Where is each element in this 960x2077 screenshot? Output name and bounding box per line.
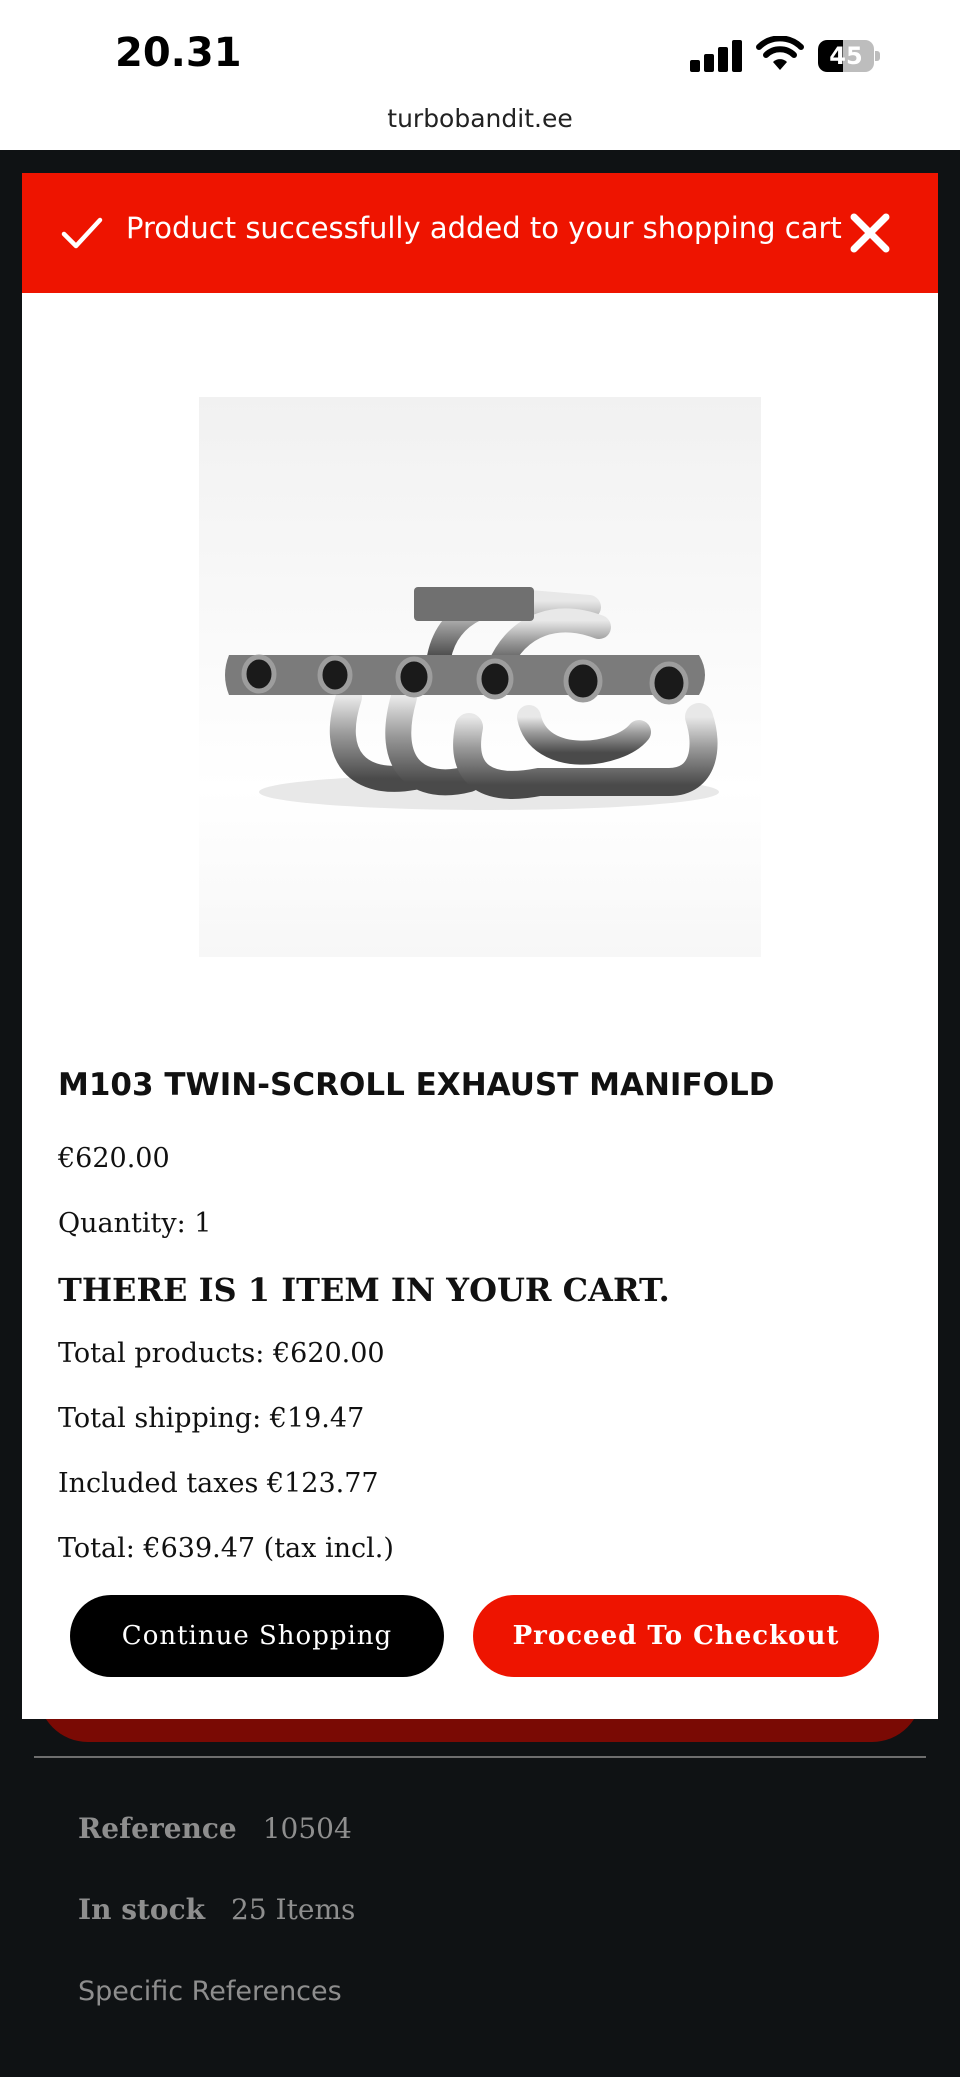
wifi-icon	[756, 36, 804, 70]
battery-icon: 45	[818, 40, 880, 72]
total-products: Total products: €620.00	[58, 1338, 385, 1369]
modal-title: Product successfully added to your shopp…	[126, 211, 842, 245]
battery-level: 45	[829, 42, 863, 70]
specific-references-tab[interactable]: Specific References	[78, 1976, 342, 2007]
proceed-to-checkout-button[interactable]: Proceed To Checkout	[473, 1595, 879, 1677]
product-name: M103 TWIN-SCROLL EXHAUST MANIFOLD	[58, 1067, 775, 1103]
divider	[34, 1756, 926, 1758]
address-bar-url[interactable]: turbobandit.ee	[0, 104, 960, 133]
product-price: €620.00	[58, 1143, 170, 1174]
total-shipping: Total shipping: €19.47	[58, 1403, 365, 1434]
reference-row: Reference 10504	[78, 1812, 352, 1845]
included-taxes: Included taxes €123.77	[58, 1468, 379, 1499]
modal-header: Product successfully added to your shopp…	[22, 173, 938, 293]
cart-confirmation-modal: Product successfully added to your shopp…	[22, 173, 938, 1719]
close-icon[interactable]	[846, 209, 894, 257]
reference-label: Reference	[78, 1812, 237, 1845]
stock-label: In stock	[78, 1893, 206, 1926]
check-icon	[61, 217, 103, 249]
reference-value: 10504	[262, 1812, 352, 1845]
status-bar: 20.31 45 turbobandit.ee	[0, 0, 960, 150]
product-quantity: Quantity: 1	[58, 1208, 212, 1239]
cart-total: Total: €639.47 (tax incl.)	[58, 1533, 394, 1564]
clock: 20.31	[115, 30, 242, 76]
continue-shopping-button[interactable]: Continue Shopping	[70, 1595, 444, 1677]
product-image	[199, 397, 761, 957]
stock-row: In stock 25 Items	[78, 1893, 355, 1926]
cart-item-count: THERE IS 1 ITEM IN YOUR CART.	[58, 1271, 670, 1309]
stock-value: 25 Items	[231, 1893, 356, 1926]
cellular-signal-icon	[690, 40, 742, 72]
